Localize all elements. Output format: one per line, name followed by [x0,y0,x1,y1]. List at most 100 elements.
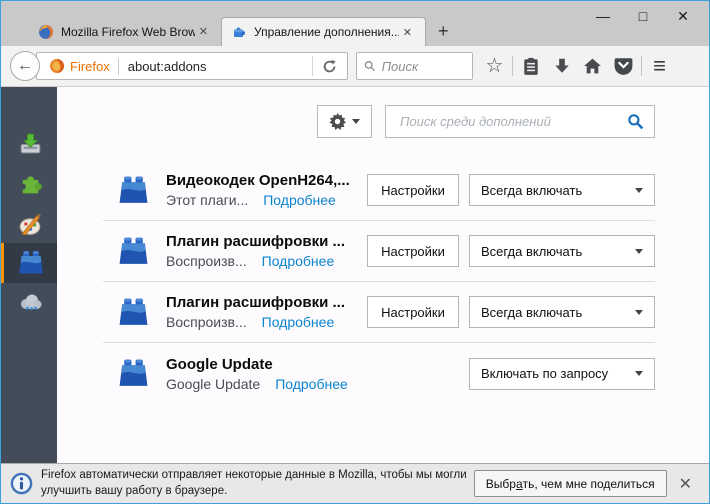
browser-window: — □ ✕ Mozilla Firefox Web Brows... ✕ [0,0,710,504]
reload-icon [323,59,336,72]
toolbar-divider [641,56,642,76]
content-header [103,105,655,138]
plugin-row: Плагин расшифровки ... Воспроизв... Подр… [103,221,655,282]
search-icon [628,114,644,130]
tab-title: Mozilla Firefox Web Brows... [61,24,195,39]
star-icon: ☆ [485,55,504,77]
search-icon [364,61,375,72]
tools-menu-button[interactable] [317,105,372,138]
menu-button[interactable]: ≡ [644,52,675,80]
chevron-down-icon [635,187,643,193]
url-bar[interactable]: Firefox about:addons [36,52,348,80]
new-tab-button[interactable]: + [426,17,461,46]
plugin-description: Этот плаги... [166,192,249,208]
get-addons-icon [20,133,41,153]
more-link[interactable]: Подробнее [262,314,335,330]
plugin-description: Воспроизв... [166,314,247,330]
plugins-brick-icon [18,251,43,274]
activation-value: Всегда включать [481,243,583,259]
tab-firefox-start[interactable]: Mozilla Firefox Web Brows... ✕ [29,17,221,46]
plugin-title: Плагин расшифровки ... [166,233,345,250]
bookmarks-menu-button[interactable] [515,52,546,80]
toolbar-buttons: ☆ ≡ [479,52,675,80]
settings-button[interactable]: Настройки [367,296,459,328]
plugin-row: Плагин расшифровки ... Воспроизв... Подр… [103,282,655,343]
home-icon [584,58,601,74]
plugin-brick-icon [119,236,148,264]
reload-button[interactable] [312,56,341,76]
addons-content: Видеокодек OpenH264,... Этот плаги... По… [57,87,709,463]
maximize-button[interactable]: □ [623,4,663,28]
pocket-icon [614,57,633,75]
settings-button[interactable]: Настройки [367,174,459,206]
url-text[interactable]: about:addons [128,59,312,74]
bookmark-star-button[interactable]: ☆ [479,52,510,80]
download-arrow-icon [554,58,569,73]
activation-dropdown[interactable]: Всегда включать [469,235,655,267]
plugin-info: Видеокодек OpenH264,... Этот плаги... По… [166,172,350,208]
plugin-row: Google Update Google Update Подробнее Вк… [103,343,655,404]
tab-close-icon[interactable]: ✕ [195,23,212,40]
plugin-description: Google Update [166,375,261,392]
addons-search-input[interactable] [400,114,627,129]
more-link[interactable]: Подробнее [263,192,336,208]
choose-data-button[interactable]: Выбр а ть, чем мне поделиться [473,470,667,497]
button-label-part: ть, чем мне поделиться [522,476,655,491]
plugin-info: Плагин расшифровки ... Воспроизв... Подр… [166,294,345,330]
plugin-info: Плагин расшифровки ... Воспроизв... Подр… [166,233,345,269]
plugin-title: Плагин расшифровки ... [166,294,345,311]
addon-puzzle-icon [234,27,245,37]
gear-icon [329,113,346,130]
button-accesskey: а [515,476,523,491]
activation-value: Всегда включать [481,182,583,198]
sidebar-item-plugins[interactable] [1,243,57,283]
tab-strip: Mozilla Firefox Web Brows... ✕ Управлени… [29,17,461,46]
services-cloud-icon [20,294,41,310]
activation-dropdown[interactable]: Включать по запросу [469,357,655,390]
more-link[interactable]: Подробнее [275,376,348,392]
back-button[interactable]: ← [10,51,40,81]
activation-value: Всегда включать [481,304,583,320]
firefox-badge-icon [50,59,64,73]
sidebar-item-extensions[interactable] [1,163,57,203]
downloads-button[interactable] [546,52,577,80]
toolbar-search[interactable] [356,52,473,80]
more-link[interactable]: Подробнее [262,253,335,269]
addons-search[interactable] [385,105,655,138]
notification-close-icon[interactable]: ✕ [671,470,700,498]
telemetry-notification-bar: Firefox автоматически отправляет некотор… [1,463,709,503]
firefox-icon [39,24,53,39]
info-icon [10,472,33,495]
extensions-puzzle-icon [19,175,42,193]
plugin-info: Google Update Google Update Подробнее [166,356,348,392]
tab-addons-manager[interactable]: Управление дополнения... ✕ [221,17,426,46]
toolbar-divider [512,56,513,76]
plugin-brick-icon [119,359,148,386]
button-label-part: Выбр [485,476,516,491]
sidebar-item-services[interactable] [1,283,57,323]
sidebar-item-appearance[interactable] [1,203,57,243]
url-badge-label: Firefox [70,58,110,74]
sidebar-item-get-addons[interactable] [1,123,57,163]
tab-close-icon[interactable]: ✕ [399,24,416,41]
activation-dropdown[interactable]: Всегда включать [469,296,655,328]
navigation-toolbar: ← Firefox about:addons Поиск ☆ ≡ [1,46,709,87]
plugin-list: Видеокодек OpenH264,... Этот плаги... По… [103,160,655,404]
home-button[interactable] [577,52,608,80]
plugin-brick-icon [119,175,148,203]
chevron-down-icon [352,119,360,124]
url-divider [117,57,119,75]
pocket-button[interactable] [608,52,639,80]
titlebar: — □ ✕ Mozilla Firefox Web Brows... ✕ [1,1,709,46]
notification-text: Firefox автоматически отправляет некотор… [41,468,467,497]
hamburger-icon: ≡ [653,53,666,78]
toolbar-search-input[interactable] [381,58,465,74]
activation-dropdown[interactable]: Всегда включать [469,174,655,206]
main-area: Видеокодек OpenH264,... Этот плаги... По… [1,87,709,463]
tab-title: Управление дополнения... [254,25,399,39]
settings-button[interactable]: Настройки [367,235,459,267]
chevron-down-icon [635,371,643,376]
minimize-button[interactable]: — [583,4,623,28]
window-controls: — □ ✕ [583,4,703,28]
close-button[interactable]: ✕ [663,4,703,28]
